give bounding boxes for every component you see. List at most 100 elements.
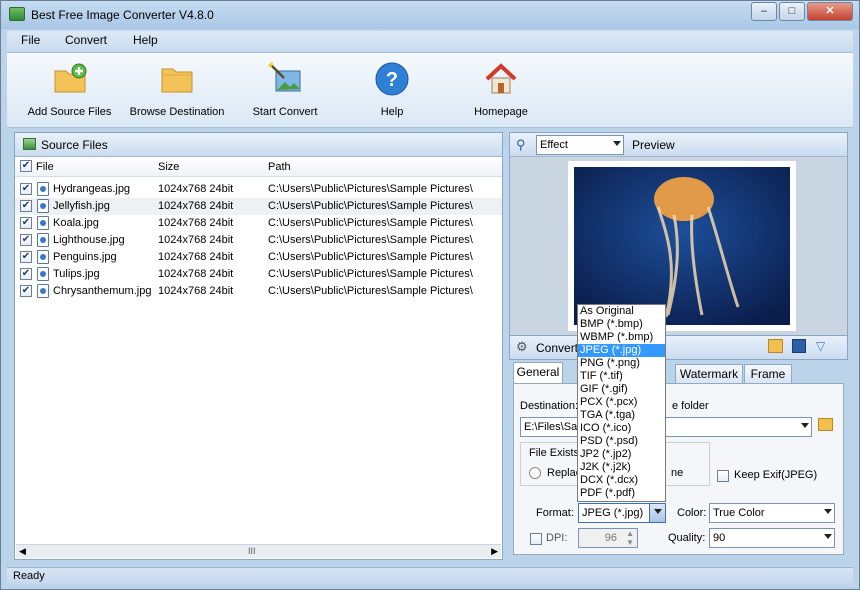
file-row[interactable]: ✔ Penguins.jpg 1024x768 24bit C:\Users\Publ… [15, 249, 502, 266]
quality-label: Quality: [668, 532, 706, 544]
menu-convert[interactable]: Convert [65, 33, 107, 47]
format-value: JPEG (*.jpg) [582, 507, 644, 519]
color-select[interactable]: True Color [709, 503, 835, 523]
dpi-value: 96 [604, 532, 617, 544]
file-row-checkbox[interactable]: ✔ [20, 217, 32, 229]
format-option[interactable]: TGA (*.tga) [578, 409, 665, 422]
file-row[interactable]: ✔ Tulips.jpg 1024x768 24bit C:\Users\Public… [15, 266, 502, 283]
format-select[interactable]: JPEG (*.jpg) [578, 503, 666, 523]
format-dropdown-button[interactable] [649, 504, 665, 522]
dpi-spinner[interactable]: 96 ▲ ▼ [578, 528, 638, 548]
folder-icon [161, 68, 193, 93]
format-option[interactable]: PSD (*.psd) [578, 435, 665, 448]
format-option[interactable]: GIF (*.gif) [578, 383, 665, 396]
browse-folder-icon[interactable] [818, 418, 833, 431]
start-convert-label: Start Convert [252, 106, 318, 118]
start-convert-button[interactable]: Start Convert [247, 61, 323, 118]
general-tab-panel: Destination: e folder E:\Files\Sa File E… [513, 383, 844, 555]
format-option[interactable]: DCX (*.dcx) [578, 474, 665, 487]
add-folder-icon [54, 63, 86, 93]
file-row[interactable]: ✔ Koala.jpg 1024x768 24bit C:\Users\Public\… [15, 215, 502, 232]
add-source-files-button[interactable]: Add Source Files [27, 61, 112, 118]
homepage-button[interactable]: Homepage [469, 61, 533, 118]
column-file[interactable]: File [36, 161, 54, 173]
menu-bar: File Convert Help [7, 31, 853, 51]
file-row-checkbox[interactable]: ✔ [20, 285, 32, 297]
window-title: Best Free Image Converter V4.8.0 [31, 8, 214, 22]
file-size: 1024x768 24bit [158, 234, 234, 246]
home-icon [485, 63, 517, 94]
format-option[interactable]: J2K (*.j2k) [578, 461, 665, 474]
magnifier-icon: ⚲ [516, 137, 526, 152]
format-option[interactable]: JP2 (*.jp2) [578, 448, 665, 461]
help-button[interactable]: ? Help [367, 61, 417, 118]
image-file-icon [37, 233, 49, 247]
keep-exif-checkbox[interactable] [717, 470, 729, 482]
replace-radio[interactable] [529, 467, 541, 479]
image-file-icon [37, 216, 49, 230]
horizontal-scrollbar[interactable]: ◀ III ▶ [16, 544, 501, 558]
expand-icon[interactable]: ▽ [816, 339, 825, 353]
file-row[interactable]: ✔ Jellyfish.jpg 1024x768 24bit C:\Users\Pub… [15, 198, 502, 215]
dpi-checkbox[interactable] [530, 533, 542, 545]
format-option[interactable]: TIF (*.tif) [578, 370, 665, 383]
magic-wand-icon [268, 62, 301, 92]
minimize-button[interactable]: – [751, 2, 777, 21]
app-icon [9, 7, 25, 21]
destination-suffix: e folder [672, 400, 709, 412]
file-row-checkbox[interactable]: ✔ [20, 268, 32, 280]
file-name: Hydrangeas.jpg [53, 183, 131, 195]
file-path: C:\Users\Public\Pictures\Sample Pictures… [268, 251, 473, 263]
column-path[interactable]: Path [268, 161, 291, 173]
file-row-checkbox[interactable]: ✔ [20, 234, 32, 246]
browse-destination-button[interactable]: Browse Destination [127, 61, 227, 118]
quality-value: 90 [713, 532, 726, 544]
tab-watermark[interactable]: Watermark [675, 364, 743, 384]
menu-help[interactable]: Help [133, 33, 158, 47]
file-name: Chrysanthemum.jpg [53, 285, 152, 297]
scroll-right-arrow[interactable]: ▶ [491, 546, 498, 557]
file-row[interactable]: ✔ Hydrangeas.jpg 1024x768 24bit C:\Users\Pu… [15, 181, 502, 198]
close-button[interactable]: ✕ [807, 2, 853, 21]
scroll-grip[interactable]: III [248, 546, 256, 556]
help-icon: ? [375, 62, 409, 96]
format-option[interactable]: PCX (*.pcx) [578, 396, 665, 409]
file-row-checkbox[interactable]: ✔ [20, 200, 32, 212]
file-row[interactable]: ✔ Lighthouse.jpg 1024x768 24bit C:\Users\Pu… [15, 232, 502, 249]
select-all-checkbox[interactable]: ✔ [20, 160, 32, 172]
add-source-files-label: Add Source Files [27, 106, 112, 118]
effect-select[interactable]: Effect [536, 135, 624, 155]
file-exists-label: File Exists [529, 447, 580, 459]
file-row[interactable]: ✔ Chrysanthemum.jpg 1024x768 24bit C:\Users… [15, 283, 502, 300]
file-row-checkbox[interactable]: ✔ [20, 183, 32, 195]
file-path: C:\Users\Public\Pictures\Sample Pictures… [268, 268, 473, 280]
image-file-icon [37, 284, 49, 298]
scroll-left-arrow[interactable]: ◀ [19, 546, 26, 557]
format-option[interactable]: BMP (*.bmp) [578, 318, 665, 331]
save-icon[interactable] [792, 339, 806, 353]
format-option[interactable]: PNG (*.png) [578, 357, 665, 370]
file-row-checkbox[interactable]: ✔ [20, 251, 32, 263]
color-value: True Color [713, 507, 765, 519]
rename-option-label: ne [671, 467, 684, 479]
format-option[interactable]: JPEG (*.jpg) [578, 344, 665, 357]
destination-select[interactable]: E:\Files\Sa [520, 417, 812, 437]
tab-general[interactable]: General [513, 362, 563, 384]
quality-select[interactable]: 90 [709, 528, 835, 548]
tab-frame[interactable]: Frame [744, 364, 792, 384]
spinner-arrows-icon[interactable]: ▲ ▼ [626, 529, 634, 547]
preview-panel: ⚲ Effect Preview [509, 132, 848, 360]
format-option[interactable]: PDF (*.pdf) [578, 487, 665, 500]
gear-icon: ⚙ [516, 339, 528, 354]
open-folder-icon[interactable] [768, 339, 783, 353]
file-size: 1024x768 24bit [158, 183, 234, 195]
format-option[interactable]: ICO (*.ico) [578, 422, 665, 435]
svg-text:?: ? [386, 69, 398, 91]
file-size: 1024x768 24bit [158, 200, 234, 212]
format-option[interactable]: WBMP (*.bmp) [578, 331, 665, 344]
file-path: C:\Users\Public\Pictures\Sample Pictures… [268, 285, 473, 297]
format-option[interactable]: As Original [578, 305, 665, 318]
menu-file[interactable]: File [21, 33, 40, 47]
column-size[interactable]: Size [158, 161, 179, 173]
maximize-button[interactable]: □ [779, 2, 805, 21]
